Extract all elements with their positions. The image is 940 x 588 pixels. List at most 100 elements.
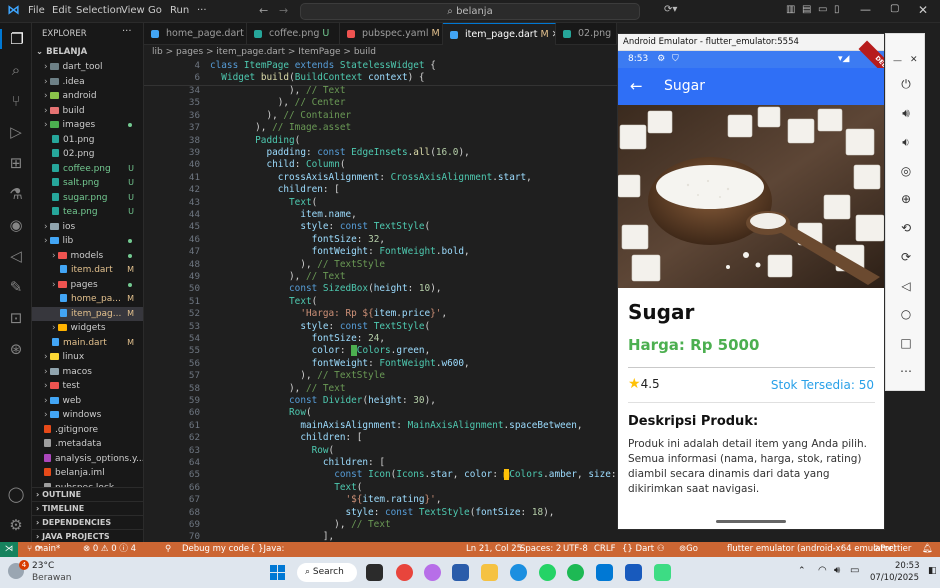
whatsapp-icon[interactable] <box>539 564 556 581</box>
java-status[interactable]: { } Java: Ready <box>250 542 290 569</box>
clock-time[interactable]: 20:53 <box>895 561 920 571</box>
code-line[interactable]: item.name, <box>210 209 356 220</box>
edge-icon[interactable] <box>510 564 527 581</box>
cursor-position[interactable]: Ln 21, Col 25 <box>466 542 522 557</box>
git-branch[interactable]: ⑂ main* ⟳ <box>27 542 60 557</box>
code-line[interactable]: ), // Text <box>210 519 390 530</box>
breadcrumb[interactable]: lib > pages > item_page.dart > ItemPage … <box>144 45 617 59</box>
file-explorer-icon[interactable] <box>481 564 498 581</box>
minimize-icon[interactable]: — <box>860 3 871 16</box>
code-editor[interactable]: 4 class ItemPage extends StatelessWidget … <box>144 59 617 542</box>
copilot-icon[interactable]: ⟳▾ <box>664 4 677 15</box>
tab-coffee-png[interactable]: coffee.png U <box>247 23 340 45</box>
code-line[interactable]: child: Column( <box>210 159 345 170</box>
volume-icon[interactable]: 🔊︎ <box>834 565 840 576</box>
code-line[interactable]: Row( <box>210 407 312 418</box>
copilot-app-icon[interactable] <box>424 564 441 581</box>
workspace-root[interactable]: ⌄ BELANJA <box>36 47 87 57</box>
code-line[interactable]: '${item.rating}', <box>210 494 441 505</box>
folder-item[interactable]: › .idea <box>32 75 143 89</box>
code-line[interactable]: Row( <box>210 445 335 456</box>
code-line[interactable]: Text( <box>210 197 317 208</box>
file-item[interactable]: 02.png <box>32 147 143 161</box>
code-line[interactable]: mainAxisAlignment: MainAxisAlignment.spa… <box>210 420 582 431</box>
folder-item[interactable]: › dart_tool <box>32 60 143 74</box>
close-icon[interactable]: ✕ <box>918 3 928 17</box>
store-icon[interactable] <box>452 564 469 581</box>
file-item[interactable]: .gitignore <box>32 423 143 437</box>
explorer-section-dependencies[interactable]: › DEPENDENCIES <box>32 515 143 529</box>
search-view-icon[interactable]: ⌕ <box>6 60 26 80</box>
volume-up-icon[interactable]: 🔊︎ <box>896 103 916 123</box>
back-arrow-icon[interactable]: ← <box>259 4 268 17</box>
code-line[interactable]: padding: const EdgeInsets.all(16.0), <box>210 147 469 158</box>
start-button[interactable] <box>270 565 285 580</box>
file-item[interactable]: belanja.iml <box>32 466 143 480</box>
zoom-icon[interactable]: ⊕ <box>896 189 916 209</box>
explorer-icon[interactable]: ❐ <box>0 29 32 49</box>
tab-close-icon[interactable]: ✕ <box>549 29 555 40</box>
tab-item-page-dart[interactable]: item_page.dartM ✕ <box>443 23 556 45</box>
sticky-code-line[interactable]: Widget build(BuildContext context) { <box>210 72 424 83</box>
go-live[interactable]: ⊚ Go Live <box>679 542 703 569</box>
tab-home-page-dart[interactable]: home_page.dartM <box>144 23 247 45</box>
code-line[interactable]: ), // Text <box>210 383 345 394</box>
file-item[interactable]: item.dart M <box>32 263 143 277</box>
file-item[interactable]: coffee.png U <box>32 162 143 176</box>
file-item[interactable]: 01.png <box>32 133 143 147</box>
extensions-icon[interactable]: ⊞ <box>6 153 26 173</box>
camera-icon[interactable]: ◎ <box>896 161 916 181</box>
back-triangle-icon[interactable]: ◁ <box>896 276 916 296</box>
code-line[interactable]: fontWeight: FontWeight.bold, <box>210 246 470 257</box>
home-indicator[interactable] <box>716 520 786 523</box>
menu-run[interactable]: Run <box>170 5 189 16</box>
tray-chevron-icon[interactable]: ⌃ <box>798 566 806 576</box>
folder-item[interactable]: › build <box>32 104 143 118</box>
testing-icon[interactable]: ⚗ <box>6 184 26 204</box>
paint-icon[interactable]: ✎ <box>6 277 26 297</box>
sticky-code-line[interactable]: class ItemPage extends StatelessWidget { <box>210 60 436 71</box>
code-line[interactable]: const Divider(height: 30), <box>210 395 436 406</box>
account-icon[interactable]: ◯ <box>6 484 26 504</box>
copilot-status-icon[interactable]: ⚇ <box>657 542 665 557</box>
folder-item[interactable]: › lib <box>32 234 143 248</box>
code-line[interactable]: Padding( <box>210 135 300 146</box>
menu-more[interactable]: ··· <box>197 5 207 16</box>
folder-item[interactable]: › android <box>32 89 143 103</box>
weather-temp[interactable]: 23°C <box>32 561 54 571</box>
code-line[interactable]: ), // Image.asset <box>210 122 351 133</box>
overview-square-icon[interactable]: □ <box>896 333 916 353</box>
more-options-icon[interactable]: ⋯ <box>896 361 916 381</box>
code-line[interactable]: color: ■Colors.green, <box>210 345 430 357</box>
layout-editor-icon[interactable]: ▭ <box>818 4 827 15</box>
menu-selection[interactable]: Selection <box>76 5 122 16</box>
notification-center-icon[interactable]: ◧ <box>928 566 937 576</box>
file-item[interactable]: salt.png U <box>32 176 143 190</box>
volume-down-icon[interactable]: 🔉︎ <box>896 132 916 152</box>
file-item[interactable]: sugar.png U <box>32 191 143 205</box>
code-line[interactable]: const Icon(Icons.star, color: ■Colors.am… <box>210 469 617 481</box>
file-item[interactable]: analysis_options.y... <box>32 452 143 466</box>
wifi-icon[interactable]: ◠ <box>818 565 827 576</box>
notifications-bell-icon[interactable]: 🔔︎ <box>922 542 933 557</box>
settings-gear-icon[interactable]: ⚙ <box>6 515 26 535</box>
docker-icon[interactable]: ⊡ <box>6 308 26 328</box>
explorer-section-outline[interactable]: › OUTLINE <box>32 487 143 501</box>
layout-customize-icon[interactable]: ▯ <box>834 4 840 15</box>
code-line[interactable]: ), // Text <box>210 85 345 96</box>
layout-panel-icon[interactable]: ▤ <box>802 4 811 15</box>
forward-arrow-icon[interactable]: → <box>279 4 288 17</box>
code-line[interactable]: ], <box>210 531 334 542</box>
home-circle-icon[interactable]: ○ <box>896 304 916 324</box>
folder-item[interactable]: › pages <box>32 278 143 292</box>
indentation[interactable]: Spaces: 2 <box>520 542 561 557</box>
menu-edit[interactable]: Edit <box>52 5 71 16</box>
taskbar-search[interactable]: ⌕ Search <box>297 563 357 582</box>
device-selector[interactable]: flutter emulator (android-x64 emulator) <box>727 542 896 557</box>
file-item[interactable]: item_pag... M <box>32 306 143 321</box>
file-item[interactable]: home_pa... M <box>32 292 143 306</box>
line-endings[interactable]: CRLF <box>594 542 615 557</box>
spotify-icon[interactable] <box>567 564 584 581</box>
layout-sidebar-icon[interactable]: ▥ <box>786 4 795 15</box>
folder-item[interactable]: › images <box>32 118 143 132</box>
